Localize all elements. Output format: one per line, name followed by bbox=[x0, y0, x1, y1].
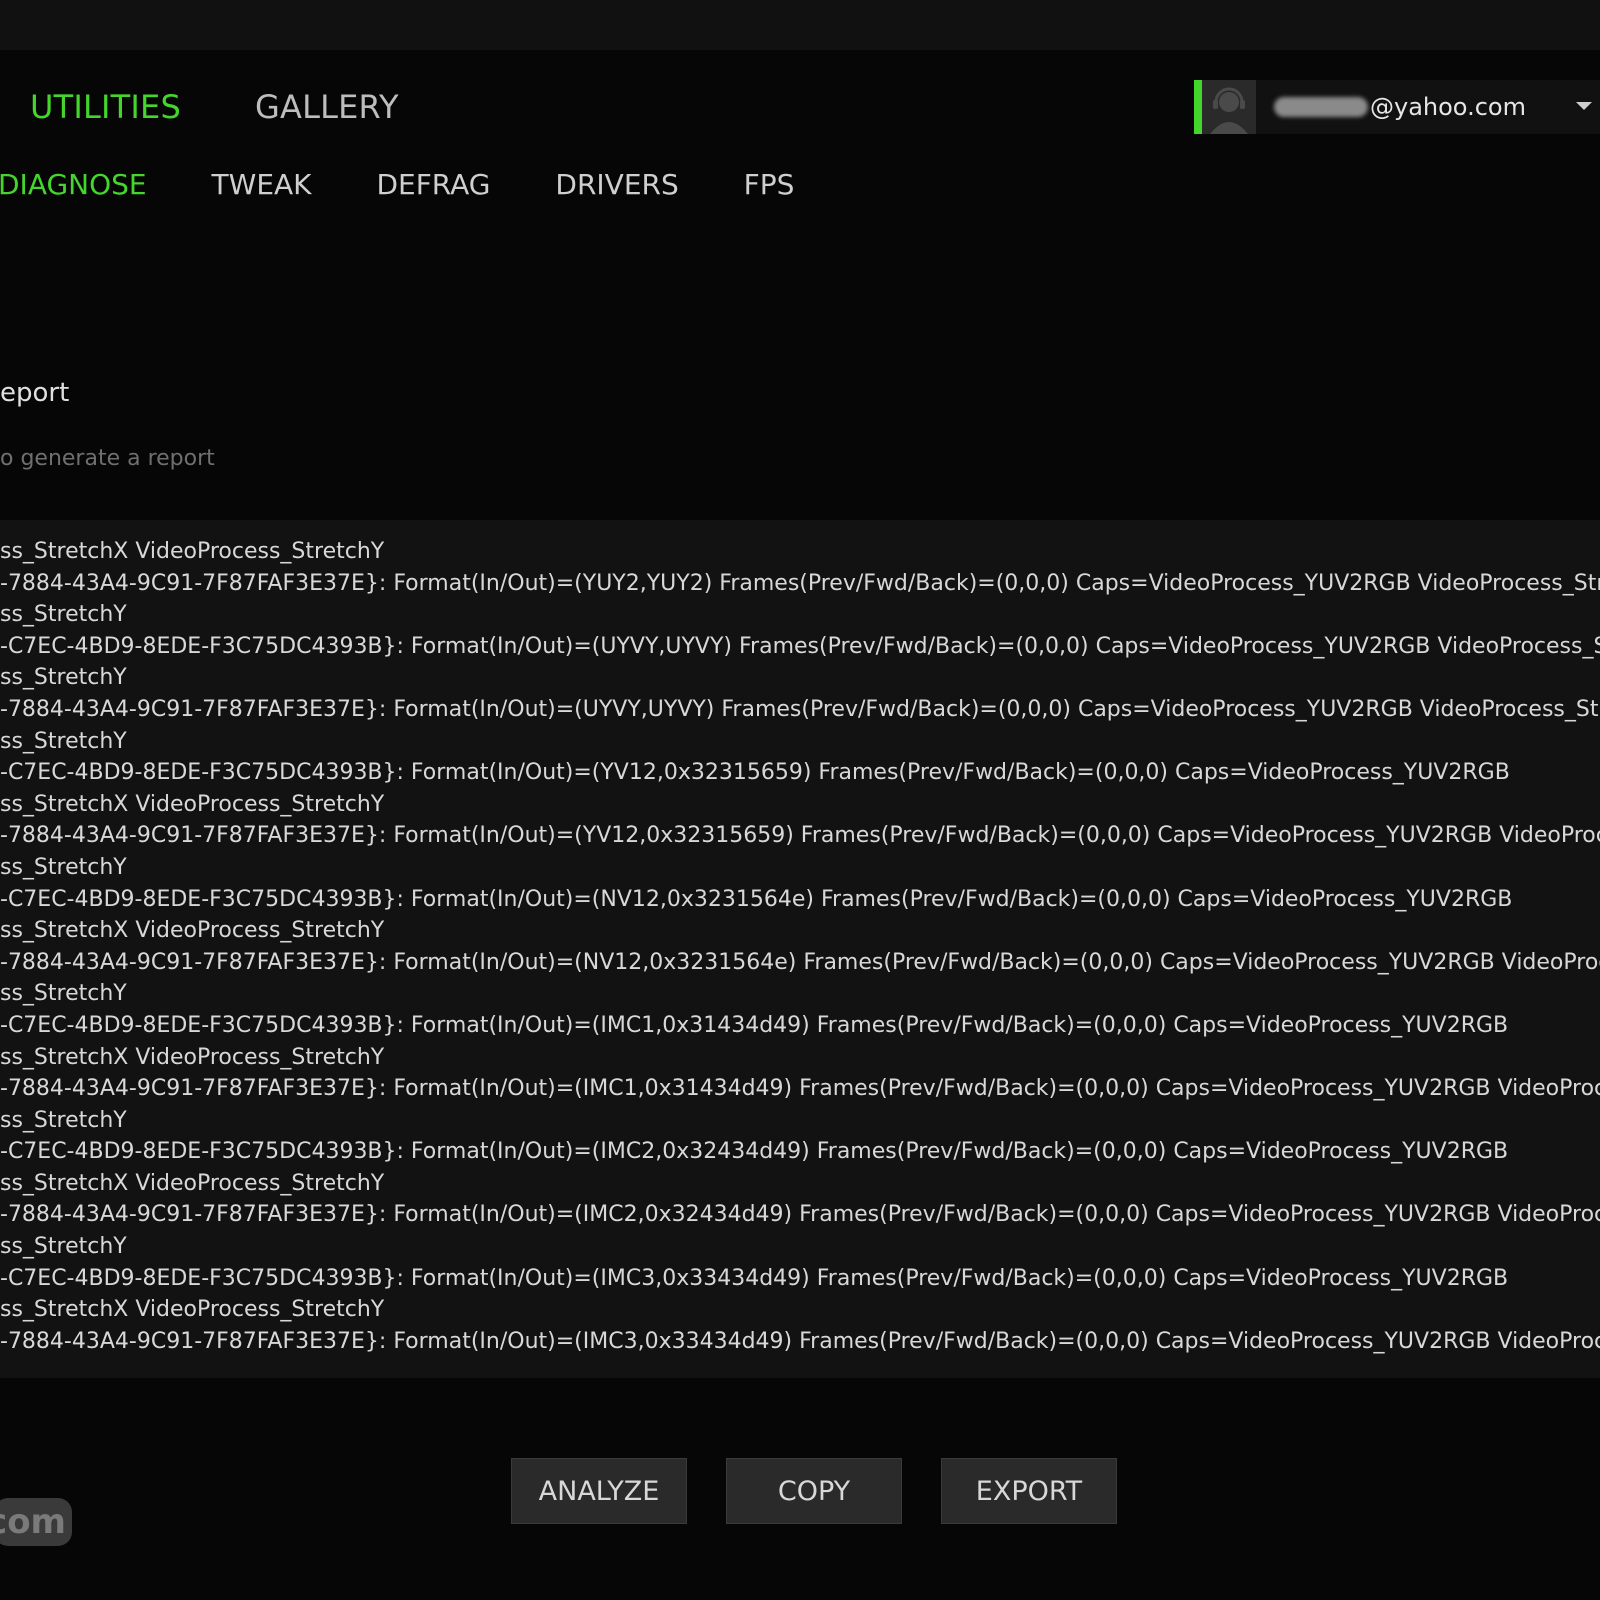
export-button[interactable]: EXPORT bbox=[941, 1458, 1117, 1524]
account-email[interactable]: @yahoo.com bbox=[1256, 80, 1600, 134]
account-accent-bar bbox=[1194, 80, 1202, 134]
log-line: ss_StretchY bbox=[0, 854, 127, 880]
main-nav: UTILITIES GALLERY bbox=[30, 88, 399, 126]
avatar bbox=[1202, 80, 1256, 134]
analyze-button[interactable]: ANALYZE bbox=[511, 1458, 687, 1524]
log-line: -C7EC-4BD9-8EDE-F3C75DC4393B}: Format(In… bbox=[0, 1012, 1509, 1038]
log-line: -C7EC-4BD9-8EDE-F3C75DC4393B}: Format(In… bbox=[0, 633, 1600, 659]
log-line: ss_StretchY bbox=[0, 728, 127, 754]
account-email-text: @yahoo.com bbox=[1370, 93, 1526, 121]
sub-nav: DIAGNOSE TWEAK DEFRAG DRIVERS FPS bbox=[0, 168, 850, 201]
log-line: ss_StretchX VideoProcess_StretchY bbox=[0, 1044, 385, 1070]
log-line: -C7EC-4BD9-8EDE-F3C75DC4393B}: Format(In… bbox=[0, 1265, 1509, 1291]
log-line: -7884-43A4-9C91-7F87FAF3E37E}: Format(In… bbox=[0, 1202, 1600, 1228]
log-line: -7884-43A4-9C91-7F87FAF3E37E}: Format(In… bbox=[0, 696, 1600, 722]
action-buttons: ANALYZE COPY EXPORT bbox=[511, 1458, 1156, 1524]
sub-nav-drivers[interactable]: DRIVERS bbox=[555, 168, 678, 201]
log-line: -C7EC-4BD9-8EDE-F3C75DC4393B}: Format(In… bbox=[0, 1139, 1509, 1165]
user-headset-icon bbox=[1202, 80, 1256, 134]
log-line: ss_StretchX VideoProcess_StretchY bbox=[0, 1170, 385, 1196]
log-line: -7884-43A4-9C91-7F87FAF3E37E}: Format(In… bbox=[0, 1076, 1600, 1102]
log-line: ss_StretchY bbox=[0, 1234, 127, 1260]
log-line: -7884-43A4-9C91-7F87FAF3E37E}: Format(In… bbox=[0, 1328, 1600, 1354]
log-line: -C7EC-4BD9-8EDE-F3C75DC4393B}: Format(In… bbox=[0, 760, 1510, 786]
log-line: ss_StretchY bbox=[0, 1107, 127, 1133]
main-nav-utilities[interactable]: UTILITIES bbox=[30, 88, 181, 126]
sub-nav-fps[interactable]: FPS bbox=[744, 168, 795, 201]
sub-nav-tweak[interactable]: TWEAK bbox=[212, 168, 312, 201]
report-log-lines: ss_StretchX VideoProcess_StretchY -7884-4… bbox=[0, 536, 1600, 1357]
log-line: ss_StretchX VideoProcess_StretchY bbox=[0, 918, 385, 944]
title-bar bbox=[0, 0, 1600, 50]
chevron-down-icon[interactable] bbox=[1576, 102, 1592, 110]
log-line: ss_StretchY bbox=[0, 981, 127, 1007]
log-line: -7884-43A4-9C91-7F87FAF3E37E}: Format(In… bbox=[0, 949, 1600, 975]
watermark-logo: com bbox=[0, 1498, 72, 1546]
report-log-panel[interactable]: ss_StretchX VideoProcess_StretchY -7884-4… bbox=[0, 520, 1600, 1378]
email-redaction bbox=[1274, 97, 1368, 117]
log-line: ss_StretchX VideoProcess_StretchY bbox=[0, 791, 385, 817]
log-line: ss_StretchY bbox=[0, 665, 127, 691]
log-line: -C7EC-4BD9-8EDE-F3C75DC4393B}: Format(In… bbox=[0, 886, 1513, 912]
sub-nav-diagnose[interactable]: DIAGNOSE bbox=[0, 168, 147, 201]
log-line: -7884-43A4-9C91-7F87FAF3E37E}: Format(In… bbox=[0, 570, 1600, 596]
main-nav-gallery[interactable]: GALLERY bbox=[255, 88, 399, 126]
log-line: ss_StretchX VideoProcess_StretchY bbox=[0, 1297, 385, 1323]
account-selector[interactable]: @yahoo.com bbox=[1194, 80, 1600, 134]
app-window: UTILITIES GALLERY DIAGNOSE TWEAK DEFRAG … bbox=[0, 0, 1600, 1600]
copy-button[interactable]: COPY bbox=[726, 1458, 902, 1524]
sub-nav-defrag[interactable]: DEFRAG bbox=[376, 168, 490, 201]
log-line: ss_StretchY bbox=[0, 602, 127, 628]
report-title: eport bbox=[0, 378, 70, 408]
log-line: ss_StretchX VideoProcess_StretchY bbox=[0, 539, 385, 564]
report-hint: o generate a report bbox=[0, 446, 215, 471]
log-line: -7884-43A4-9C91-7F87FAF3E37E}: Format(In… bbox=[0, 823, 1600, 849]
